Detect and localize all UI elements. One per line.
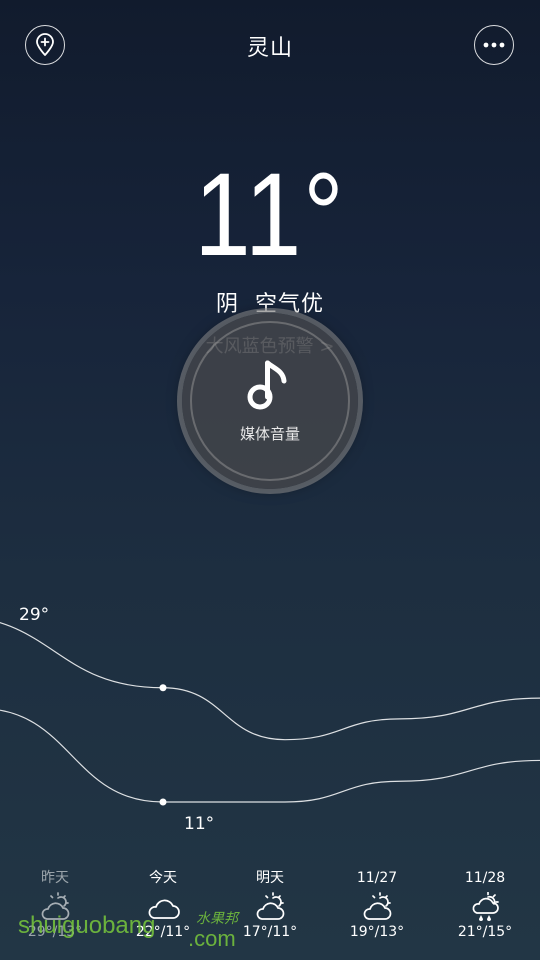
temperature-chart-svg xyxy=(0,622,540,806)
forecast-temp-range: 19°/13° xyxy=(349,924,405,940)
more-dots-icon xyxy=(483,42,505,48)
top-bar: 灵山 xyxy=(0,0,540,92)
low-temp-line xyxy=(0,709,540,803)
forecast-day-label: 昨天 xyxy=(41,870,69,886)
forecast-day-label: 11/27 xyxy=(356,870,398,886)
low-temp-label: 11° xyxy=(184,814,215,834)
high-temp-label: 29° xyxy=(19,605,50,625)
forecast-day[interactable]: 明天 17°/11° xyxy=(215,868,325,942)
cloudy-icon xyxy=(148,899,180,919)
forecast-day[interactable]: 11/28 21°/15° xyxy=(430,868,540,942)
partly-cloudy-icon xyxy=(256,892,285,920)
partly-cloudy-icon xyxy=(363,892,392,920)
temperature-chart: 29° 11° xyxy=(0,590,540,850)
rain-cloud-icon xyxy=(472,892,499,921)
music-note-icon xyxy=(247,360,287,410)
volume-label: 媒体音量 xyxy=(239,425,300,443)
city-title: 灵山 xyxy=(246,36,293,61)
add-city-button[interactable] xyxy=(25,25,65,65)
forecast-temp-range: 22°/11° xyxy=(135,924,191,940)
forecast-day-label: 今天 xyxy=(149,870,177,886)
current-temperature-block: 11° xyxy=(0,150,540,280)
forecast-day[interactable]: 今天 22°/11° xyxy=(108,868,218,942)
forecast-day-label: 明天 xyxy=(256,870,284,886)
weather-condition: 阴 xyxy=(215,292,239,317)
high-temp-line xyxy=(0,622,540,741)
forecast-day[interactable]: 11/27 19°/13° xyxy=(322,868,432,942)
partly-cloudy-icon xyxy=(41,892,70,920)
today-high-point xyxy=(159,684,167,692)
forecast-strip: 昨天 29°/13° 今天 22°/11° 明天 17°/11° 11/27 19°/13° 1… xyxy=(0,868,540,960)
current-temperature: 11° xyxy=(194,149,346,281)
media-volume-overlay: 媒体音量 xyxy=(182,313,358,489)
forecast-temp-range: 21°/15° xyxy=(457,924,513,940)
forecast-day-label: 11/28 xyxy=(464,870,506,886)
today-low-point xyxy=(159,798,167,806)
location-add-icon xyxy=(36,33,54,56)
forecast-temp-range: 29°/13° xyxy=(27,924,83,940)
more-button[interactable] xyxy=(474,25,514,65)
forecast-temp-range: 17°/11° xyxy=(242,924,298,940)
forecast-day[interactable]: 昨天 29°/13° xyxy=(0,868,110,942)
